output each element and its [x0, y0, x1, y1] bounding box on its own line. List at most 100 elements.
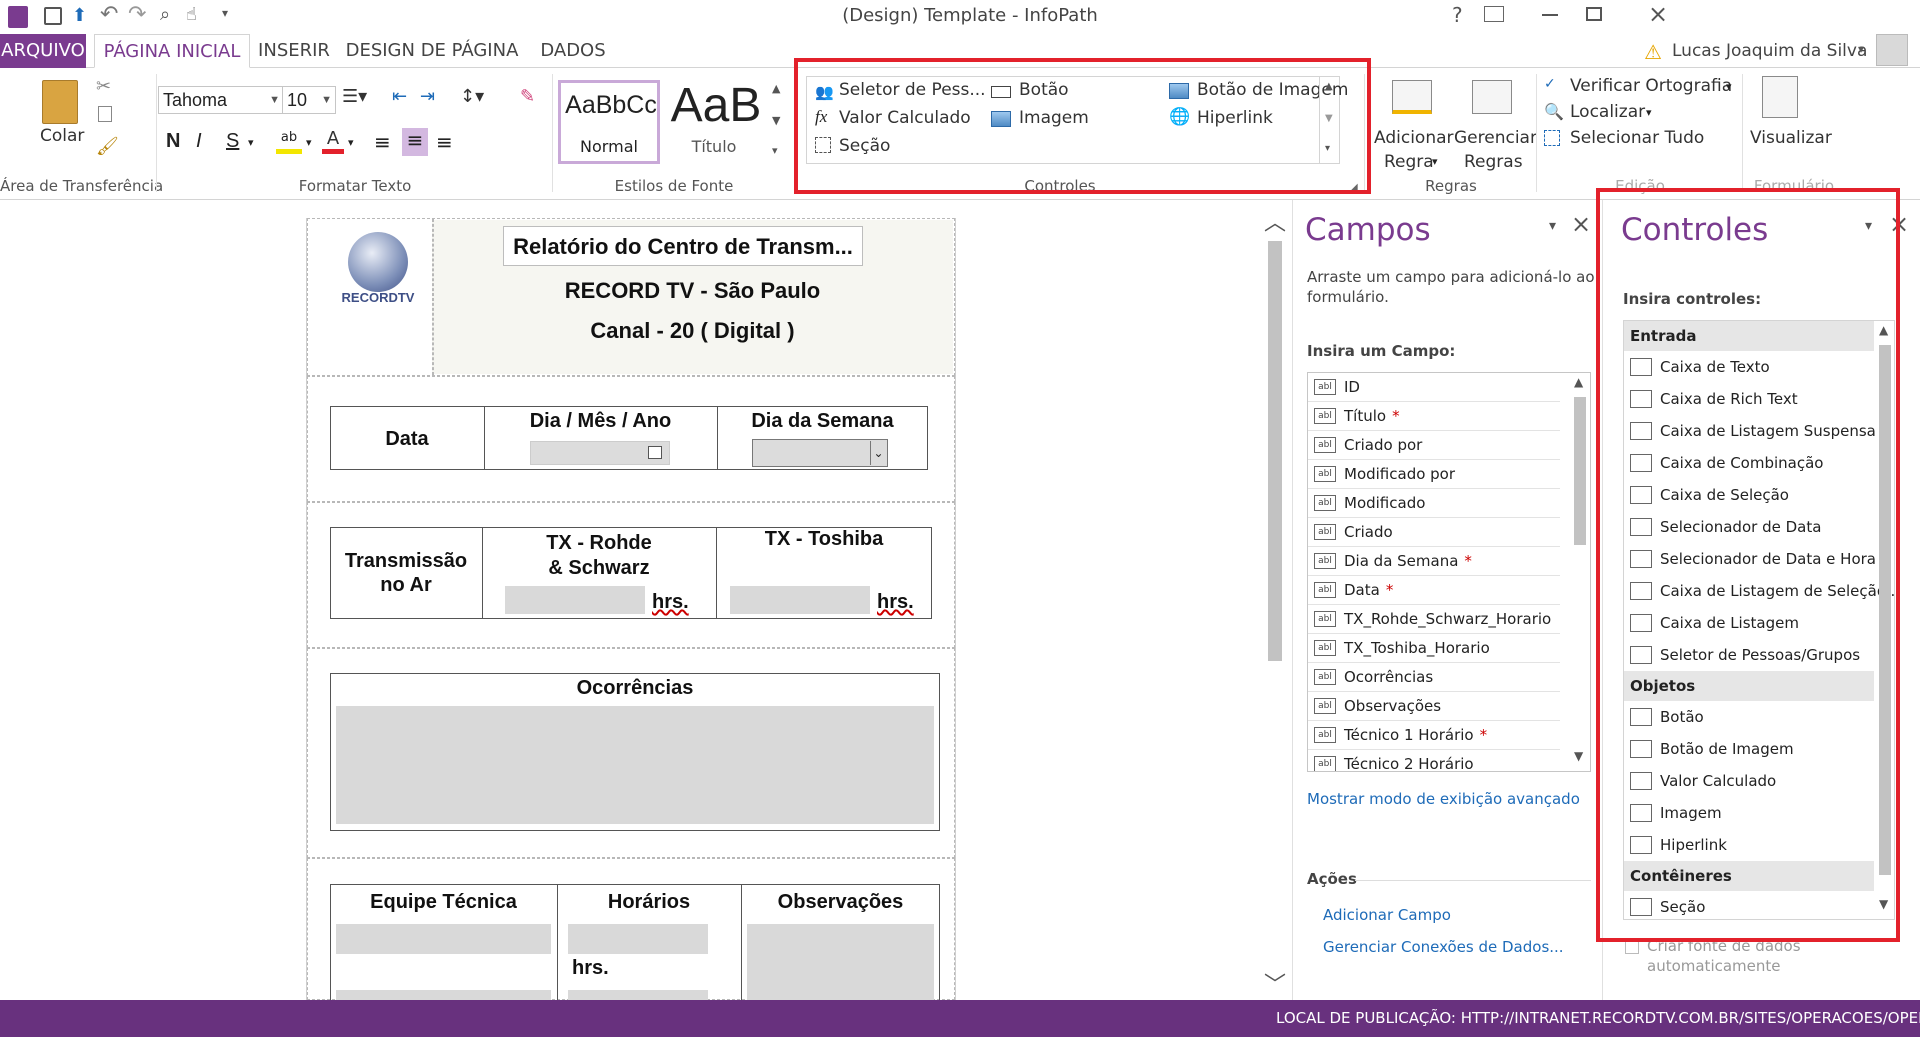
- field-item[interactable]: abl Criado por: [1308, 431, 1560, 460]
- tab-dados[interactable]: DADOS: [528, 34, 618, 68]
- fields-scroll-up-icon[interactable]: ▲: [1574, 375, 1583, 389]
- infopath-logo-icon: [8, 6, 28, 28]
- canvas-scrollbar[interactable]: ︿ ﹀: [1262, 205, 1288, 1000]
- preview-button[interactable]: Visualizar: [1750, 128, 1832, 148]
- field-item[interactable]: abl Título *: [1308, 402, 1560, 431]
- font-color-dropdown-icon[interactable]: ▾: [348, 136, 354, 149]
- scroll-up-icon[interactable]: ︿: [1264, 205, 1286, 237]
- tx-rohde-hours-field[interactable]: [505, 586, 645, 614]
- avatar[interactable]: [1876, 34, 1908, 66]
- field-item[interactable]: abl Técnico 1 Horário *: [1308, 721, 1560, 750]
- field-item[interactable]: abl Técnico 2 Horário: [1308, 750, 1560, 771]
- tab-arquivo[interactable]: ARQUIVO: [0, 34, 86, 68]
- calendar-icon[interactable]: [648, 446, 662, 459]
- font-color-icon[interactable]: A: [322, 128, 344, 154]
- add-rule-button-line1[interactable]: Adicionar: [1374, 128, 1454, 148]
- field-item[interactable]: abl Dia da Semana *: [1308, 547, 1560, 576]
- customize-toolbar-icon[interactable]: ▾: [222, 6, 228, 20]
- team-hours-field[interactable]: [568, 924, 708, 954]
- paste-icon[interactable]: [42, 80, 78, 124]
- team-observations-field[interactable]: [747, 924, 934, 1000]
- maximize-button[interactable]: [1586, 7, 1602, 21]
- manage-data-connections-link[interactable]: Gerenciar Conexões de Dados...: [1323, 938, 1564, 956]
- field-item[interactable]: abl Ocorrências: [1308, 663, 1560, 692]
- align-center-icon[interactable]: ≡: [402, 128, 428, 156]
- tx-toshiba-hours-field[interactable]: [730, 586, 870, 614]
- field-item[interactable]: abl TX_Toshiba_Horario: [1308, 634, 1560, 663]
- undo-icon[interactable]: ↶: [100, 2, 118, 27]
- underline-options-icon[interactable]: ▾: [248, 136, 254, 149]
- manage-rules-button-line1[interactable]: Gerenciar: [1454, 128, 1537, 148]
- copy-icon[interactable]: [98, 106, 112, 122]
- font-size-combo[interactable]: 10 ▼: [282, 86, 336, 114]
- team-member-field[interactable]: [336, 924, 551, 954]
- save-icon[interactable]: [44, 7, 62, 25]
- cut-icon[interactable]: ✂: [96, 76, 111, 97]
- publish-icon[interactable]: ⬆: [72, 5, 87, 26]
- field-item[interactable]: abl Observações: [1308, 692, 1560, 721]
- occurrences-field[interactable]: [336, 706, 934, 824]
- format-painter-icon[interactable]: 🖌: [96, 136, 119, 157]
- highlight-dropdown-icon[interactable]: ▾: [306, 136, 312, 149]
- scroll-down-icon[interactable]: ﹀: [1264, 967, 1286, 999]
- find-button[interactable]: Localizar: [1570, 102, 1645, 122]
- clear-format-icon[interactable]: ✎: [520, 86, 535, 107]
- spell-dropdown-icon[interactable]: ▾: [1726, 80, 1732, 93]
- preview-icon[interactable]: ⌕: [160, 4, 170, 25]
- style-titulo[interactable]: AaB Título: [664, 79, 768, 164]
- styles-scroll-up-icon[interactable]: ▲: [772, 82, 780, 95]
- styles-more-icon[interactable]: ▾: [772, 144, 778, 157]
- field-item[interactable]: abl TX_Rohde_Schwarz_Horario: [1308, 605, 1560, 634]
- field-item[interactable]: abl Modificado por: [1308, 460, 1560, 489]
- weekday-dropdown-chevron-icon[interactable]: ⌄: [870, 441, 886, 465]
- fields-pane-close-icon[interactable]: ×: [1571, 210, 1591, 238]
- auto-data-source-checkbox[interactable]: [1625, 940, 1639, 954]
- fields-scroll-thumb[interactable]: [1574, 397, 1586, 545]
- increase-indent-icon[interactable]: ⇥: [420, 86, 435, 107]
- minimize-button[interactable]: [1542, 14, 1558, 16]
- highlight-icon[interactable]: ab: [276, 130, 302, 154]
- user-dropdown-icon[interactable]: ▾: [1858, 42, 1864, 56]
- user-name[interactable]: Lucas Joaquim da Silva: [1672, 41, 1867, 61]
- scroll-thumb[interactable]: [1268, 241, 1282, 661]
- style-normal-preview: AaBbCc: [565, 91, 657, 119]
- field-item[interactable]: abl Criado: [1308, 518, 1560, 547]
- add-rule-button-line2[interactable]: Regra: [1384, 152, 1434, 172]
- advanced-view-link[interactable]: Mostrar modo de exibição avançado: [1307, 790, 1580, 808]
- field-item[interactable]: abl ID: [1308, 373, 1560, 402]
- find-dropdown-icon[interactable]: ▾: [1646, 106, 1652, 119]
- close-button[interactable]: ×: [1628, 0, 1688, 28]
- tab-inserir[interactable]: INSERIR: [254, 34, 334, 68]
- bullets-icon[interactable]: ☰▾: [342, 86, 367, 107]
- tab-pagina-inicial[interactable]: PÁGINA INICIAL: [94, 34, 250, 68]
- restore-ribbon-icon[interactable]: [1484, 6, 1504, 22]
- team-member-field-2[interactable]: [336, 990, 551, 1000]
- touch-mode-icon[interactable]: ☝: [186, 4, 197, 25]
- team-hours-field-2[interactable]: [568, 990, 708, 1000]
- field-item[interactable]: abl Data *: [1308, 576, 1560, 605]
- decrease-indent-icon[interactable]: ⇤: [392, 86, 407, 107]
- align-right-icon[interactable]: ≡: [436, 130, 453, 154]
- spell-check-button[interactable]: Verificar Ortografia: [1570, 76, 1732, 96]
- select-all-button[interactable]: Selecionar Tudo: [1570, 128, 1704, 148]
- fields-pane-options-icon[interactable]: ▾: [1549, 218, 1556, 234]
- add-rule-dropdown-icon[interactable]: ▾: [1432, 155, 1438, 168]
- add-field-link[interactable]: Adicionar Campo: [1323, 906, 1451, 924]
- tab-design-de-pagina[interactable]: DESIGN DE PÁGINA: [344, 34, 520, 68]
- style-normal[interactable]: AaBbCc Normal: [558, 80, 660, 164]
- redo-icon[interactable]: ↷: [128, 2, 146, 27]
- help-button[interactable]: ?: [1452, 3, 1463, 27]
- fields-list-scrollbar[interactable]: ▲ ▼: [1570, 373, 1590, 771]
- styles-scroll-down-icon[interactable]: ▼: [772, 114, 780, 127]
- fields-scroll-down-icon[interactable]: ▼: [1574, 749, 1583, 763]
- weekday-dropdown[interactable]: [752, 439, 888, 467]
- bold-button[interactable]: N: [166, 130, 180, 153]
- font-name-combo[interactable]: Tahoma ▼: [158, 86, 284, 114]
- manage-rules-button-line2[interactable]: Regras: [1464, 152, 1523, 172]
- field-item[interactable]: abl Modificado: [1308, 489, 1560, 518]
- paste-button[interactable]: Colar: [40, 126, 84, 146]
- align-left-icon[interactable]: ≡: [374, 130, 391, 154]
- italic-button[interactable]: I: [196, 130, 202, 153]
- line-spacing-icon[interactable]: ↕▾: [460, 86, 484, 107]
- underline-button[interactable]: S: [226, 130, 239, 153]
